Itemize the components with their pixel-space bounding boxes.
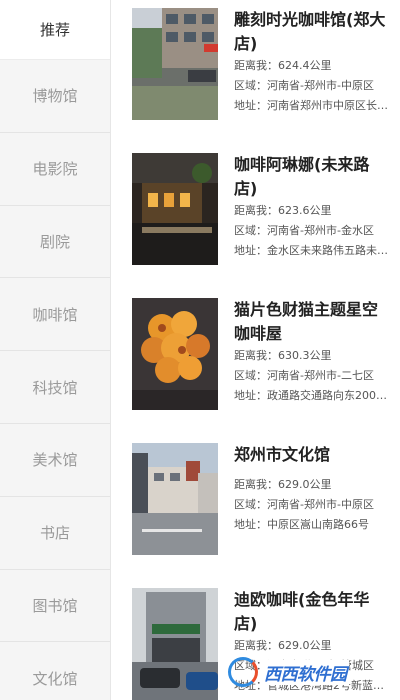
venue-distance: 距离我：623.6公里 bbox=[234, 204, 332, 217]
venue-list: 雕刻时光咖啡馆(郑大店) 距离我：624.4公里 区域：河南省-郑州市-中原区 … bbox=[132, 8, 394, 700]
category-sidebar: 推荐 博物馆 电影院 剧院 咖啡馆 科技馆 美术馆 书店 图书馆 文化馆 bbox=[0, 0, 111, 700]
venue-address: 地址：中原区嵩山南路66号 bbox=[234, 518, 369, 531]
sidebar-item-cultural-center[interactable]: 文化馆 bbox=[0, 642, 110, 700]
venue-region: 区域：河南省-郑州市-二七区 bbox=[234, 369, 374, 382]
venue-distance: 距离我：629.0公里 bbox=[234, 639, 332, 652]
sidebar-item-cinema[interactable]: 电影院 bbox=[0, 133, 110, 206]
list-item[interactable]: 咖啡阿琳娜(未来路店) 距离我：623.6公里 区域：河南省-郑州市-金水区 地… bbox=[132, 153, 394, 298]
venue-distance: 距离我：624.4公里 bbox=[234, 59, 332, 72]
watermark-icon bbox=[228, 657, 258, 687]
sidebar-item-science-museum[interactable]: 科技馆 bbox=[0, 351, 110, 424]
list-item[interactable]: 郑州市文化馆 距离我：629.0公里 区域：河南省-郑州市-中原区 地址：中原区… bbox=[132, 443, 394, 588]
venue-name: 雕刻时光咖啡馆(郑大店) bbox=[234, 10, 386, 53]
sidebar-item-art-museum[interactable]: 美术馆 bbox=[0, 424, 110, 497]
venue-distance: 距离我：630.3公里 bbox=[234, 349, 332, 362]
venue-region: 区域：河南省-郑州市-金水区 bbox=[234, 224, 374, 237]
venue-address: 地址：河南省郑州市中原区长… bbox=[234, 99, 388, 112]
list-item[interactable]: 雕刻时光咖啡馆(郑大店) 距离我：624.4公里 区域：河南省-郑州市-中原区 … bbox=[132, 8, 394, 153]
watermark-text: 西西软件园 bbox=[262, 659, 349, 685]
venue-thumbnail bbox=[132, 443, 218, 555]
venue-distance: 距离我：629.0公里 bbox=[234, 478, 332, 491]
venue-address: 地址：政通路交通路向东200… bbox=[234, 389, 387, 402]
sidebar-item-theater[interactable]: 剧院 bbox=[0, 206, 110, 279]
sidebar-item-cafe[interactable]: 咖啡馆 bbox=[0, 278, 110, 352]
venue-thumbnail bbox=[132, 588, 218, 700]
sidebar-item-library[interactable]: 图书馆 bbox=[0, 570, 110, 643]
sidebar-item-museum[interactable]: 博物馆 bbox=[0, 60, 110, 133]
venue-address: 地址：金水区未来路伟五路未… bbox=[234, 244, 388, 257]
venue-name: 咖啡阿琳娜(未来路店) bbox=[234, 155, 370, 198]
venue-region: 区域：河南省-郑州市-中原区 bbox=[234, 498, 374, 511]
venue-region: 区域：河南省-郑州市-中原区 bbox=[234, 79, 374, 92]
watermark-logo: 西西软件园 bbox=[228, 655, 388, 689]
sidebar-item-recommend[interactable]: 推荐 bbox=[0, 0, 110, 60]
venue-name: 迪欧咖啡(金色年华店) bbox=[234, 590, 370, 633]
list-item[interactable]: 猫片色财猫主题星空咖啡屋 距离我：630.3公里 区域：河南省-郑州市-二七区 … bbox=[132, 298, 394, 443]
venue-name: 猫片色财猫主题星空咖啡屋 bbox=[234, 300, 379, 343]
sidebar-item-bookstore[interactable]: 书店 bbox=[0, 497, 110, 570]
venue-thumbnail bbox=[132, 298, 218, 410]
venue-thumbnail bbox=[132, 153, 218, 265]
venue-thumbnail bbox=[132, 8, 218, 120]
